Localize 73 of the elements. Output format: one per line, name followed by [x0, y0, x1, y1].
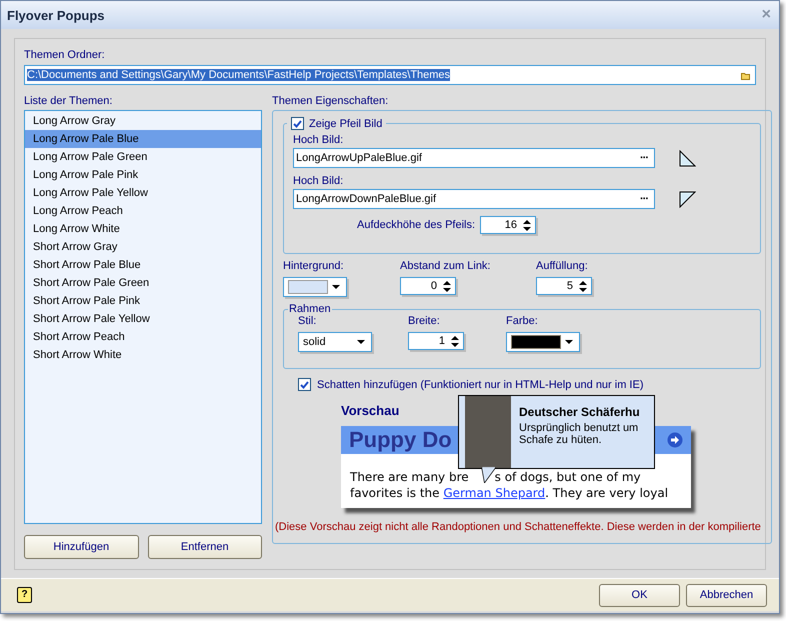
spinner-arrows-icon — [451, 336, 459, 346]
theme-item[interactable]: Short Arrow Pale Blue — [25, 256, 261, 274]
theme-item[interactable]: Short Arrow Gray — [25, 238, 261, 256]
spinner-arrows-icon — [579, 280, 587, 292]
field-label: Farbe: — [506, 315, 539, 329]
field-label: Breite: — [408, 315, 441, 329]
caret-icon — [565, 340, 573, 344]
number-field[interactable]: 16 — [480, 216, 536, 234]
caret-icon — [357, 340, 365, 344]
theme-item[interactable]: Long Arrow Pale Green — [25, 148, 261, 166]
color-dropdown[interactable] — [283, 277, 347, 297]
checkbox[interactable] — [298, 378, 311, 391]
field-label: Themen Ordner: — [24, 49, 106, 63]
checkbox-label: Schatten hinzufügen (Funktioniert nur in HTML-Help und nur im IE) — [317, 378, 644, 390]
preview-text: . They are very loyal — [545, 486, 668, 500]
window-title: Flyover Popups — [7, 8, 105, 22]
arrow-circle-icon — [667, 432, 683, 448]
file-field[interactable]: LongArrowDownPaleBlue.gif ··· — [293, 189, 655, 209]
browse-button[interactable]: ··· — [640, 152, 648, 164]
theme-item[interactable]: Long Arrow Pale Yellow — [25, 184, 261, 202]
spinner-arrows-icon — [523, 220, 532, 230]
preview-text: There are many bre — [350, 470, 469, 484]
theme-item[interactable]: Short Arrow Peach — [25, 328, 261, 346]
theme-item[interactable]: Long Arrow Pale Blue — [25, 130, 261, 148]
preview-text: s of dogs, but one of my — [494, 470, 641, 484]
theme-item[interactable]: Long Arrow Peach — [25, 202, 261, 220]
theme-item[interactable]: Short Arrow Pale Green — [25, 274, 261, 292]
browse-button[interactable]: ··· — [640, 193, 648, 205]
checkmark-icon — [293, 120, 302, 128]
folder-field[interactable]: C:\Documents and Settings\Gary\My Documents\FastHelp Projects\Templates\Themes — [24, 65, 756, 85]
file-field[interactable]: LongArrowUpPaleBlue.gif ··· — [293, 148, 655, 168]
field-label: Stil: — [298, 315, 318, 329]
checkbox[interactable] — [291, 117, 304, 130]
list-label: Liste der Themen: — [24, 95, 114, 109]
group-label: Themen Eigenschaften: — [272, 95, 390, 109]
field-label: Hoch Bild: — [293, 175, 344, 189]
spinner-arrows-icon — [443, 280, 451, 292]
checkmark-icon — [300, 380, 309, 388]
popup-text: Ursprünglich benutzt um Schafe zu hüten. — [519, 422, 640, 446]
preview-text: favorites is the — [350, 486, 441, 500]
checkbox-label: Zeige Pfeil Bild — [309, 118, 382, 130]
theme-item[interactable]: Long Arrow White — [25, 220, 261, 238]
number-field[interactable]: 5 — [536, 277, 592, 295]
folder-icon — [741, 70, 751, 80]
dialog-button[interactable]: OK — [599, 584, 680, 606]
number-field[interactable]: 1 — [408, 332, 464, 350]
field-label: Hoch Bild: — [293, 134, 344, 148]
field-label: Abstand zum Link: — [400, 260, 492, 274]
triangle-icon — [679, 190, 696, 208]
theme-item[interactable]: Short Arrow Pale Yellow — [25, 310, 261, 328]
theme-item[interactable]: Short Arrow Pale Pink — [25, 292, 261, 310]
field-label: Hintergrund: — [283, 260, 345, 274]
number-field[interactable]: 0 — [400, 277, 456, 295]
popup-title: Deutscher Schäferhu — [519, 405, 641, 419]
preview-heading: Vorschau — [341, 403, 400, 420]
color-dropdown[interactable] — [506, 332, 580, 352]
caret-icon — [332, 285, 340, 289]
group-title: Rahmen — [288, 303, 332, 315]
dialog-button[interactable]: Abbrechen — [686, 584, 767, 606]
help-icon[interactable]: ? — [17, 587, 32, 603]
style-dropdown[interactable]: solid — [298, 332, 372, 352]
preview-link[interactable]: German Shepard — [443, 486, 546, 500]
field-label: Auffüllung: — [536, 260, 589, 274]
photo-placeholder — [465, 396, 511, 468]
dialog-button[interactable]: Hinzufügen — [24, 535, 138, 559]
theme-item[interactable]: Short Arrow White — [25, 346, 261, 364]
preview-title: Puppy Do — [349, 427, 452, 453]
theme-item[interactable]: Long Arrow Gray — [25, 112, 261, 130]
preview-note: (Diese Vorschau zeigt nicht alle Randoptionen und Schatteneffekte. Diese werden in der kompilierte — [275, 521, 761, 533]
triangle-icon — [679, 150, 696, 166]
field-label: Aufdeckhöhe des Pfeils: — [357, 219, 476, 231]
dialog-button[interactable]: Entfernen — [148, 535, 262, 559]
theme-item[interactable]: Long Arrow Pale Pink — [25, 166, 261, 184]
